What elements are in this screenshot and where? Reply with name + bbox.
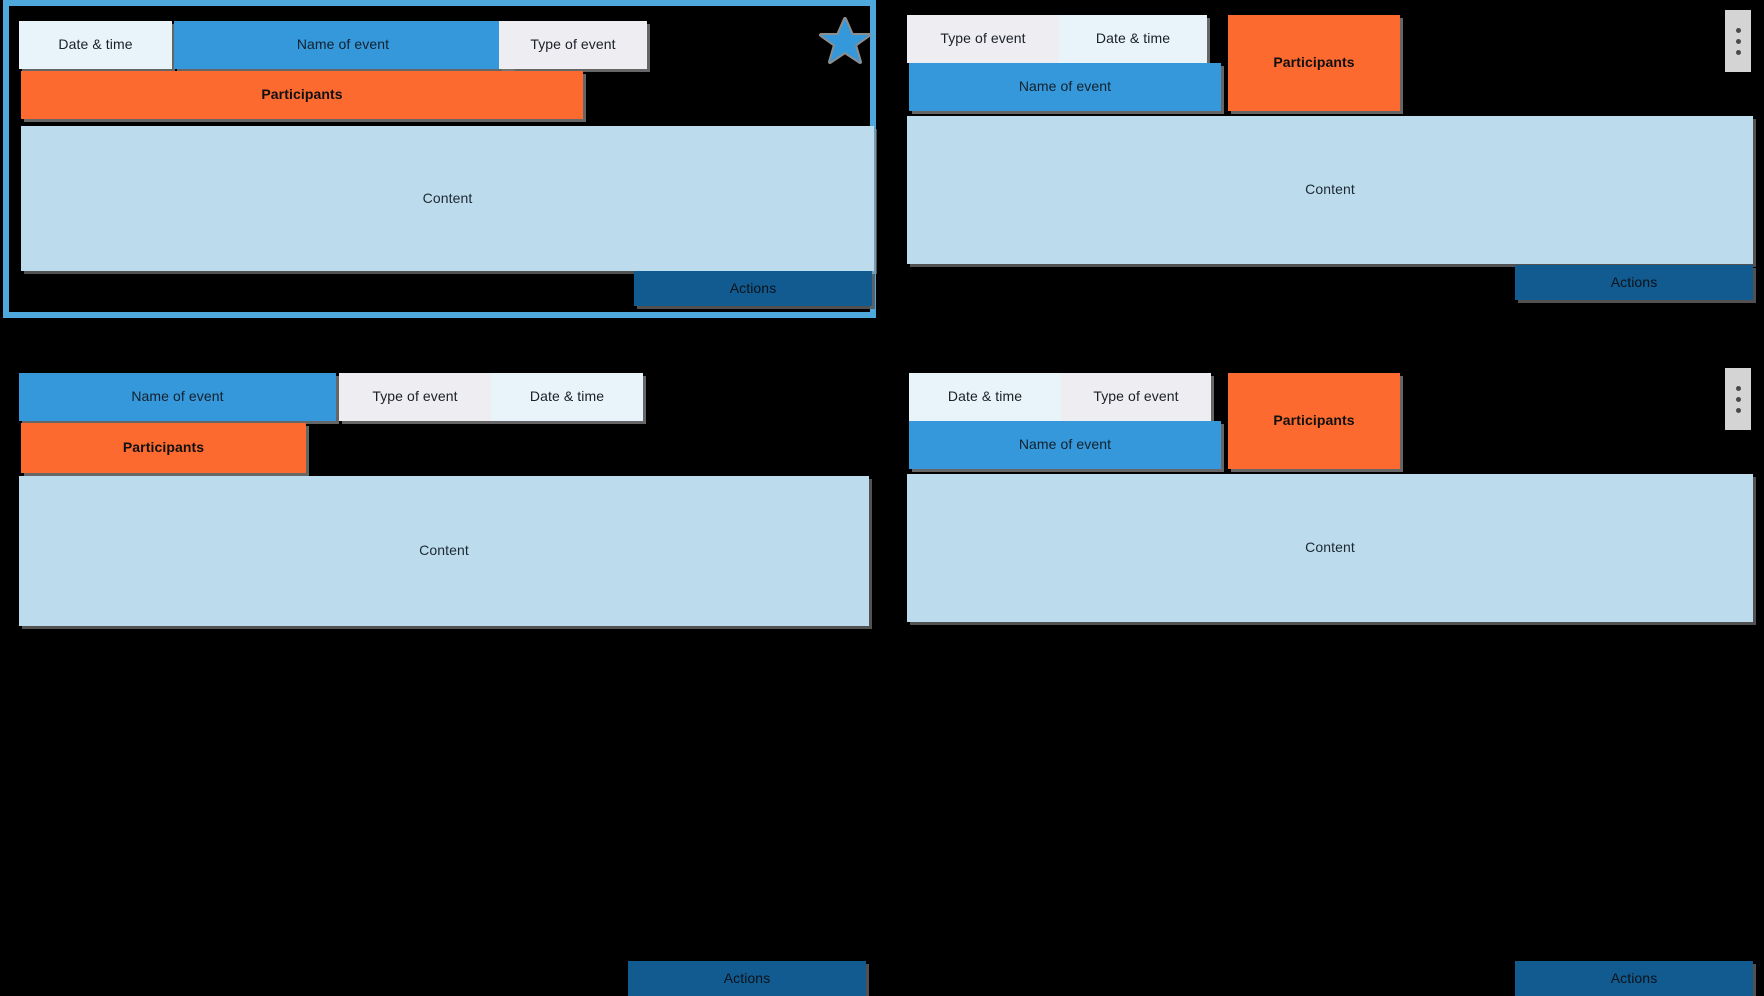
date-time-chip[interactable]: Date & time [909,373,1061,421]
name-of-event-chip[interactable]: Name of event [19,373,336,421]
type-of-event-chip[interactable]: Type of event [907,15,1059,63]
content-area[interactable]: Content [907,116,1753,264]
type-of-event-chip[interactable]: Type of event [339,373,491,421]
kebab-dot [1735,49,1741,55]
participants-chip[interactable]: Participants [1228,373,1400,469]
date-time-chip[interactable]: Date & time [19,21,172,69]
card-bottom-left-inner: Name of event Type of event Date & time … [3,358,876,996]
card-top-left-inner: Date & time Name of event Type of event … [9,6,874,312]
wireframe-board: Date & time Name of event Type of event … [0,0,1764,996]
content-area[interactable]: Content [19,476,869,626]
card-top-right[interactable]: Type of event Date & time Name of event … [895,0,1764,318]
kebab-dot [1735,407,1741,413]
name-of-event-chip[interactable]: Name of event [174,21,512,69]
date-time-chip[interactable]: Date & time [491,373,643,421]
card-bottom-left[interactable]: Name of event Type of event Date & time … [3,358,876,996]
kebab-dot [1735,385,1741,391]
star-icon[interactable] [819,16,871,66]
card-bottom-right[interactable]: Date & time Type of event Name of event … [895,358,1764,996]
kebab-dot [1735,396,1741,402]
participants-chip[interactable]: Participants [1228,15,1400,111]
card-bottom-right-inner: Date & time Type of event Name of event … [895,358,1764,996]
more-vertical-icon[interactable] [1725,10,1751,72]
more-vertical-icon[interactable] [1725,368,1751,430]
content-area[interactable]: Content [907,474,1753,622]
kebab-dot [1735,27,1741,33]
date-time-chip[interactable]: Date & time [1059,15,1207,63]
actions-button[interactable]: Actions [1515,961,1753,996]
type-of-event-chip[interactable]: Type of event [1061,373,1211,421]
content-area[interactable]: Content [21,126,874,271]
actions-button[interactable]: Actions [628,961,866,996]
actions-button[interactable]: Actions [1515,265,1753,300]
card-top-right-inner: Type of event Date & time Name of event … [895,0,1764,318]
name-of-event-chip[interactable]: Name of event [909,63,1221,111]
participants-chip[interactable]: Participants [21,423,306,473]
kebab-dot [1735,38,1741,44]
type-of-event-chip[interactable]: Type of event [499,21,647,69]
name-of-event-chip[interactable]: Name of event [909,421,1221,469]
card-top-left[interactable]: Date & time Name of event Type of event … [3,0,876,318]
actions-button[interactable]: Actions [634,271,872,306]
participants-chip[interactable]: Participants [21,71,583,119]
